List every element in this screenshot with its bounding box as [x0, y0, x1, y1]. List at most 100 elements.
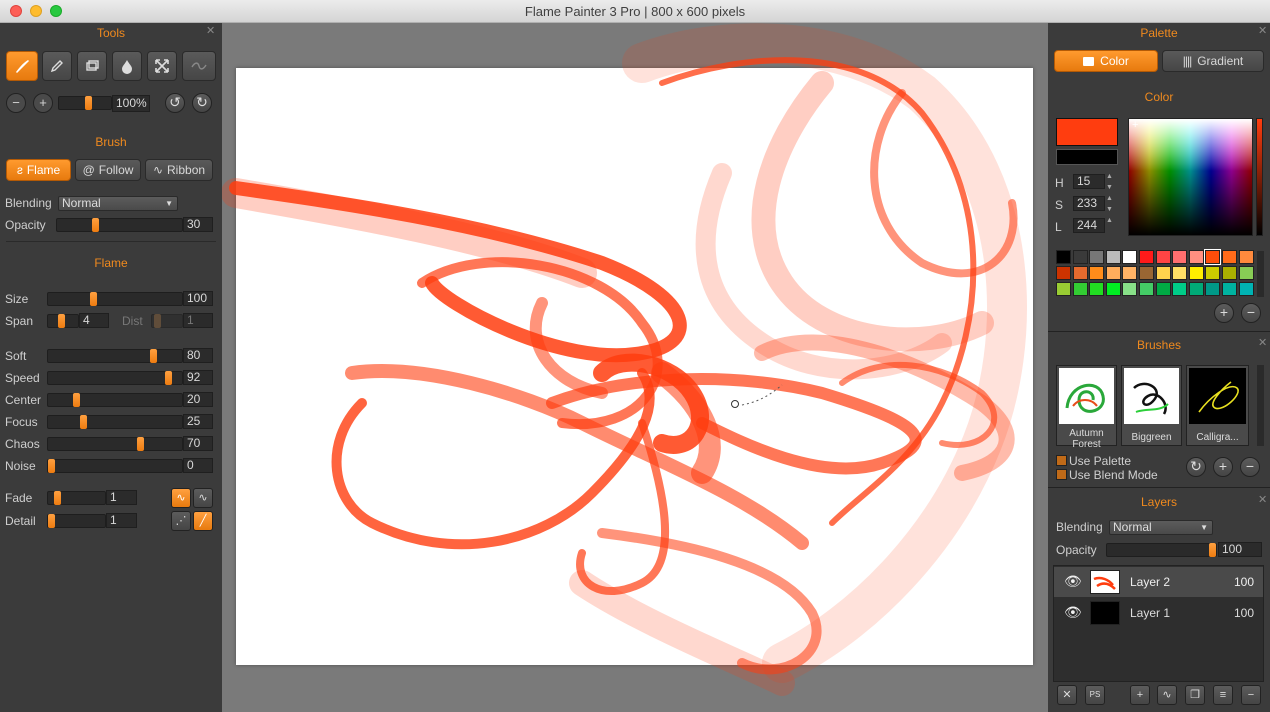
transform-tool-button[interactable] — [147, 51, 177, 81]
detail-value[interactable]: 1 — [106, 513, 137, 528]
palette-swatch[interactable] — [1072, 282, 1088, 296]
layer-effect-icon[interactable]: ∿ — [1157, 685, 1177, 705]
palette-swatch[interactable] — [1105, 282, 1121, 296]
palette-swatch[interactable] — [1139, 282, 1154, 296]
palette-swatch[interactable] — [1089, 250, 1105, 264]
param-slider-noise[interactable] — [47, 459, 183, 473]
palette-swatch[interactable] — [1089, 266, 1105, 280]
zoom-in-icon[interactable]: + — [33, 93, 53, 113]
secondary-color-swatch[interactable] — [1056, 149, 1118, 165]
param-slider-focus[interactable] — [47, 415, 183, 429]
lightness-value[interactable]: 244 — [1073, 218, 1105, 233]
palette-swatch[interactable] — [1222, 282, 1237, 296]
param-value-soft[interactable]: 80 — [183, 348, 213, 363]
palette-swatch[interactable] — [1155, 250, 1171, 264]
param-value-noise[interactable]: 0 — [183, 458, 213, 473]
palette-swatch[interactable] — [1238, 250, 1254, 264]
brush-mode-flame[interactable]: ƨ Flame — [6, 159, 71, 181]
dist-slider[interactable] — [151, 314, 183, 328]
clear-layer-icon[interactable]: ✕ — [1057, 685, 1077, 705]
brush-preset-autumn-forest[interactable]: Autumn Forest — [1056, 365, 1117, 450]
merge-layer-icon[interactable]: ≡ — [1213, 685, 1233, 705]
palette-swatch[interactable] — [1072, 250, 1088, 264]
layer-opacity-slider-thumb[interactable] — [1209, 543, 1216, 557]
blending-select[interactable]: Normal ▼ — [58, 196, 178, 211]
close-icon[interactable]: ✕ — [1258, 24, 1267, 37]
zoom-slider[interactable] — [58, 96, 112, 110]
zoom-out-icon[interactable]: − — [6, 93, 26, 113]
param-slider-thumb[interactable] — [150, 349, 157, 363]
fade-slider-thumb[interactable] — [54, 491, 61, 505]
eye-icon[interactable]: 👁 — [1064, 573, 1082, 590]
layer-opacity-value[interactable]: 100 — [1218, 542, 1262, 557]
palette-swatch[interactable] — [1222, 266, 1237, 280]
param-value-speed[interactable]: 92 — [183, 370, 213, 385]
palette-swatch[interactable] — [1122, 266, 1138, 280]
opacity-slider[interactable] — [56, 218, 183, 232]
remove-swatch-icon[interactable]: − — [1241, 303, 1261, 323]
size-value[interactable]: 100 — [183, 291, 213, 306]
color-picker-field[interactable]: + — [1128, 118, 1253, 236]
palette-swatch[interactable] — [1155, 282, 1171, 296]
param-slider-thumb[interactable] — [48, 459, 55, 473]
minimize-window-button[interactable] — [30, 5, 42, 17]
size-slider[interactable] — [47, 292, 183, 306]
primary-color-swatch[interactable] — [1056, 118, 1118, 146]
palette-swatch[interactable] — [1172, 282, 1188, 296]
layer-row[interactable]: 👁 Layer 1 100 — [1054, 598, 1263, 628]
add-brush-icon[interactable]: + — [1213, 457, 1233, 477]
eye-icon[interactable]: 👁 — [1064, 604, 1082, 621]
hsl-steppers[interactable]: ▲ ▼ ▲ ▼ ▲ — [1106, 171, 1116, 231]
palette-swatch[interactable] — [1205, 266, 1221, 280]
param-slider-thumb[interactable] — [80, 415, 87, 429]
fade-slider[interactable] — [47, 491, 106, 505]
fade-value[interactable]: 1 — [106, 490, 137, 505]
span-slider[interactable] — [47, 314, 79, 328]
palette-swatch[interactable] — [1172, 250, 1188, 264]
param-slider-chaos[interactable] — [47, 437, 183, 451]
dist-slider-thumb[interactable] — [154, 314, 161, 328]
param-value-center[interactable]: 20 — [183, 392, 213, 407]
use-blend-mode-checkbox[interactable] — [1056, 469, 1067, 480]
palette-swatch[interactable] — [1139, 266, 1154, 280]
rotate-right-icon[interactable]: ↻ — [192, 93, 212, 113]
close-window-button[interactable] — [10, 5, 22, 17]
dist-value[interactable]: 1 — [183, 313, 213, 328]
palette-swatch[interactable] — [1222, 250, 1237, 264]
palette-swatch[interactable] — [1188, 266, 1204, 280]
layer-opacity-slider[interactable] — [1106, 543, 1217, 557]
palette-swatch[interactable] — [1056, 282, 1071, 296]
palette-swatch[interactable] — [1238, 282, 1254, 296]
lightness-bar[interactable] — [1256, 118, 1263, 236]
palette-swatch[interactable] — [1056, 250, 1071, 264]
layer-blending-select[interactable]: Normal ▼ — [1109, 520, 1213, 535]
tab-color[interactable]: Color — [1054, 50, 1158, 72]
palette-swatch[interactable] — [1122, 282, 1138, 296]
fade-mode-a-icon[interactable]: ∿ — [171, 488, 191, 508]
palette-swatch[interactable] — [1188, 250, 1204, 264]
param-slider-center[interactable] — [47, 393, 183, 407]
eraser-tool-button[interactable] — [77, 51, 107, 81]
refresh-brush-icon[interactable]: ↻ — [1186, 457, 1206, 477]
opacity-value[interactable]: 30 — [183, 217, 213, 232]
palette-swatch[interactable] — [1172, 266, 1188, 280]
blur-tool-button[interactable] — [112, 51, 142, 81]
tab-gradient[interactable]: |||| Gradient — [1162, 50, 1264, 72]
brush-mode-follow[interactable]: @ Follow — [75, 159, 141, 181]
zoom-slider-thumb[interactable] — [85, 96, 92, 110]
add-swatch-icon[interactable]: + — [1214, 303, 1234, 323]
param-slider-thumb[interactable] — [165, 371, 172, 385]
workspace[interactable] — [222, 23, 1048, 712]
add-layer-icon[interactable]: + — [1130, 685, 1150, 705]
palette-swatch[interactable] — [1204, 249, 1222, 265]
palette-swatch[interactable] — [1238, 266, 1254, 280]
param-value-focus[interactable]: 25 — [183, 414, 213, 429]
brush-preset-calligraphy[interactable]: Calligra... — [1186, 365, 1249, 446]
brush-preset-biggreen[interactable]: Biggreen — [1121, 365, 1182, 446]
brush-mode-ribbon[interactable]: ∿ Ribbon — [145, 159, 213, 181]
use-palette-checkbox[interactable] — [1056, 455, 1067, 466]
detail-dotted-line-icon[interactable]: ⋰ — [171, 511, 191, 531]
palette-swatch[interactable] — [1139, 250, 1154, 264]
palette-swatch[interactable] — [1089, 282, 1105, 296]
fade-mode-b-icon[interactable]: ∿ — [193, 488, 213, 508]
